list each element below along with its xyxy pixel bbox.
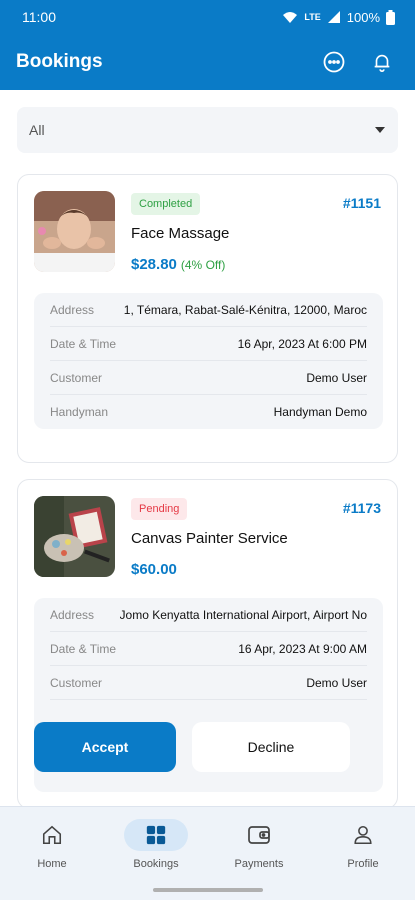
page-title: Bookings bbox=[16, 51, 103, 72]
price-value: $28.80 bbox=[131, 256, 177, 273]
status-filter-dropdown[interactable]: All bbox=[17, 107, 398, 153]
detail-row-address: Address 1, Témara, Rabat-Salé-Kénitra, 12… bbox=[50, 293, 367, 327]
nav-label: Profile bbox=[347, 858, 379, 870]
status-icons: LTE 100% bbox=[282, 9, 395, 25]
detail-label: Date & Time bbox=[50, 336, 117, 351]
app-bar: Bookings bbox=[0, 34, 415, 90]
booking-card[interactable]: Completed #1151 Face Massage $28.80 (4% O… bbox=[17, 174, 398, 463]
detail-value: 1, Témara, Rabat-Salé-Kénitra, 12000, Ma… bbox=[123, 302, 367, 317]
detail-label: Date & Time bbox=[50, 641, 117, 656]
service-image-canvas-painter bbox=[34, 496, 115, 577]
detail-value: 16 Apr, 2023 At 6:00 PM bbox=[237, 336, 367, 351]
detail-row-address: Address Jomo Kenyatta International Airpo… bbox=[50, 598, 367, 632]
detail-value: Handyman Demo bbox=[273, 405, 367, 419]
accept-button[interactable]: Accept bbox=[34, 722, 176, 772]
status-badge: Completed bbox=[131, 193, 201, 215]
detail-value: Demo User bbox=[306, 370, 367, 385]
bookings-list[interactable]: All Completed #1151 Face Massage $28.80(… bbox=[0, 90, 415, 806]
booking-number: #1173 bbox=[342, 500, 381, 516]
nav-label: Payments bbox=[234, 858, 284, 870]
decline-button[interactable]: Decline bbox=[192, 722, 350, 772]
nav-item-home[interactable]: Home bbox=[2, 819, 102, 879]
battery-icon bbox=[386, 9, 395, 25]
nav-label: Home bbox=[37, 858, 67, 870]
detail-label: Address bbox=[50, 302, 95, 317]
bookings-icon bbox=[124, 819, 188, 851]
bell-icon[interactable] bbox=[365, 45, 399, 79]
detail-label: Address bbox=[50, 607, 95, 622]
service-image-face-massage bbox=[34, 191, 115, 272]
wallet-icon bbox=[227, 819, 291, 851]
detail-label: Handyman bbox=[50, 405, 109, 419]
battery-label: 100% bbox=[346, 9, 380, 25]
nav-item-payments[interactable]: Payments bbox=[209, 819, 309, 879]
detail-value: Demo User bbox=[306, 675, 367, 690]
caret-down-icon bbox=[375, 127, 385, 133]
nav-item-bookings[interactable]: Bookings bbox=[106, 819, 206, 879]
status-badge: Pending bbox=[131, 498, 188, 520]
booking-number: #1151 bbox=[342, 195, 381, 211]
discount-label: (4% Off) bbox=[180, 258, 226, 272]
detail-row-date-time: Date & Time 16 Apr, 2023 At 9:00 AM bbox=[50, 632, 367, 666]
booking-details: Address 1, Témara, Rabat-Salé-Kénitra, 12… bbox=[34, 293, 383, 429]
service-price: $60.00 bbox=[131, 561, 177, 578]
nav-item-profile[interactable]: Profile bbox=[313, 819, 413, 879]
detail-label: Customer bbox=[50, 370, 103, 385]
detail-row-date-time: Date & Time 16 Apr, 2023 At 6:00 PM bbox=[50, 327, 367, 361]
service-price: $28.80 (4% Off) bbox=[131, 256, 225, 273]
detail-value: 16 Apr, 2023 At 9:00 AM bbox=[238, 641, 367, 656]
booking-card[interactable]: Pending #1173 Canvas Painter Service $60… bbox=[17, 479, 398, 806]
chat-bubble-icon[interactable] bbox=[317, 45, 351, 79]
gesture-home-bar[interactable] bbox=[153, 888, 263, 892]
nav-label: Bookings bbox=[133, 858, 179, 870]
booking-details: Address Jomo Kenyatta International Airpo… bbox=[34, 598, 383, 792]
home-icon bbox=[20, 819, 84, 851]
status-time: 11:00 bbox=[22, 9, 56, 25]
service-name: Face Massage bbox=[131, 225, 230, 242]
detail-row-customer: Customer Demo User bbox=[50, 361, 367, 395]
network-label: LTE bbox=[304, 12, 321, 22]
status-filter-value: All bbox=[29, 122, 45, 138]
detail-row-handyman: Handyman Handyman Demo bbox=[50, 395, 367, 429]
profile-icon bbox=[331, 819, 395, 851]
price-value: $60.00 bbox=[131, 561, 177, 578]
detail-label: Customer bbox=[50, 675, 103, 690]
service-name: Canvas Painter Service bbox=[131, 530, 288, 547]
signal-icon bbox=[327, 11, 340, 23]
detail-row-customer: Customer Demo User bbox=[50, 666, 367, 700]
status-bar: 11:00 LTE 100% bbox=[0, 0, 415, 34]
detail-value: Jomo Kenyatta International Airport, Air… bbox=[119, 607, 367, 622]
bottom-navigation: Home Bookings Payments Profile bbox=[0, 806, 415, 900]
wifi-icon bbox=[283, 12, 298, 23]
